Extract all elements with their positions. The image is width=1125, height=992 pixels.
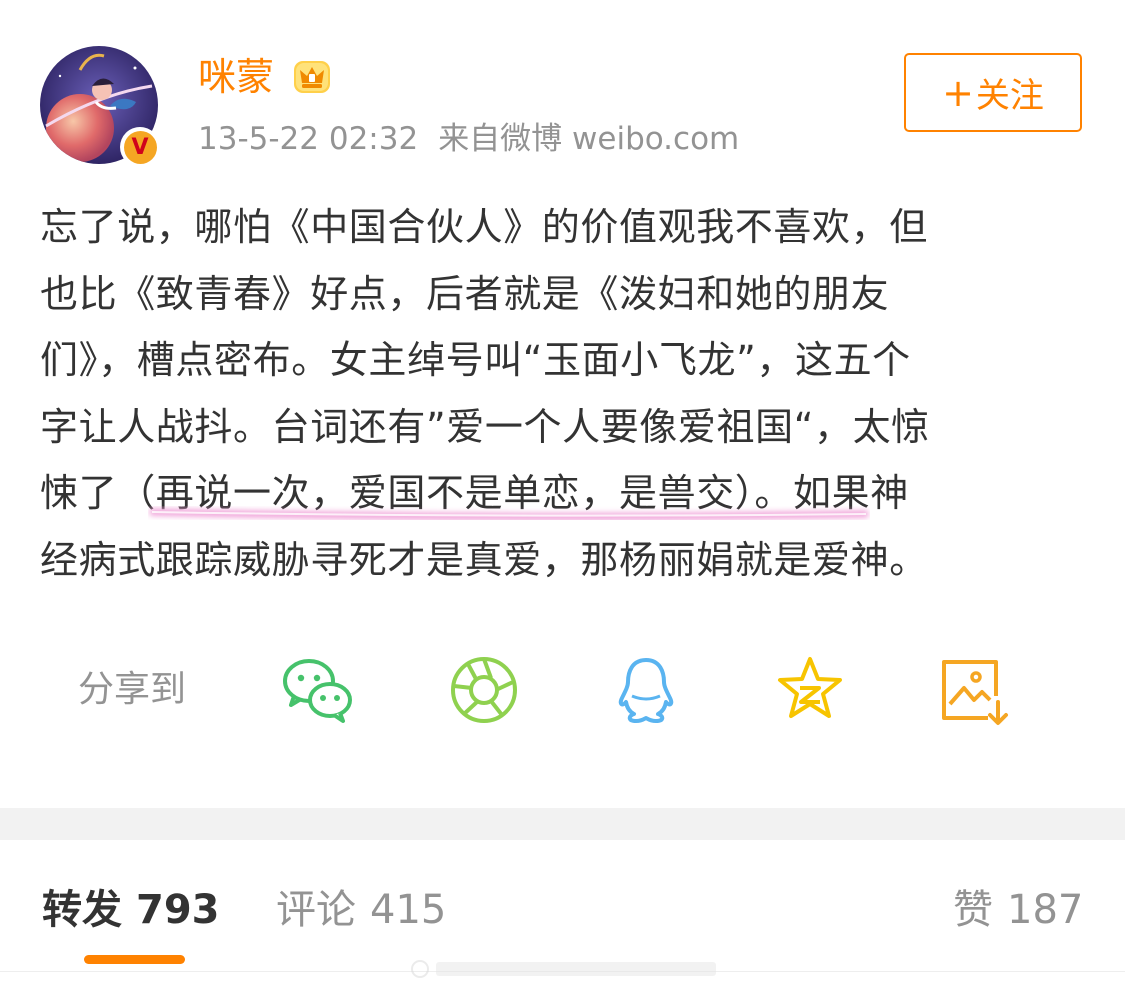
- tab-comment[interactable]: 评论 415: [276, 882, 446, 938]
- save-image-icon[interactable]: [936, 652, 1012, 728]
- post-line: 忘了说，哪怕《中国合伙人》的价值观我不喜欢，但: [40, 205, 928, 249]
- username[interactable]: 咪蒙: [198, 52, 274, 102]
- post-line: 字让人战抖。台词还有”爱一个人要像爱祖国“，太惊: [40, 404, 930, 449]
- post-line: 们》，槽点密布。女主绰号叫“玉面小飞龙”，这五个: [40, 338, 911, 382]
- post-source[interactable]: 来自微博 weibo.com: [438, 121, 739, 157]
- weibo-post-page: V 咪蒙 13-5-22 02:32 来自微博 weibo.com + 关注 忘了…: [0, 0, 1125, 992]
- verified-v-icon: V: [123, 130, 157, 164]
- watermark: [411, 960, 716, 978]
- qq-icon[interactable]: [608, 652, 684, 728]
- post-text: 忘了说，哪怕《中国合伙人》的价值观我不喜欢，但 也比《致青春》好点，后者就是《泼…: [40, 194, 1088, 593]
- verified-badge: V: [120, 127, 160, 167]
- tab-repost[interactable]: 转发 793: [42, 882, 220, 938]
- tab-repost-count: 793: [136, 887, 220, 933]
- post-line: 经病式跟踪威胁寻死才是真爱，那杨丽娟就是爱神。: [40, 537, 928, 582]
- section-divider: [0, 808, 1125, 840]
- tab-comment-count: 415: [370, 887, 447, 933]
- tab-repost-label: 转发: [42, 887, 122, 933]
- tab-like-count: 187: [1007, 887, 1084, 933]
- moments-icon[interactable]: [446, 652, 522, 728]
- tab-comment-label: 评论: [276, 887, 356, 933]
- wechat-icon[interactable]: [280, 652, 356, 728]
- follow-button[interactable]: + 关注: [904, 53, 1082, 132]
- interaction-tabs: 转发 793 评论 415 赞 187: [0, 840, 1125, 992]
- tab-like[interactable]: 赞 187: [953, 882, 1083, 938]
- plus-icon: +: [942, 70, 974, 115]
- share-label: 分享到: [78, 669, 187, 710]
- post-timestamp: 13-5-22 02:32: [198, 121, 419, 157]
- active-tab-indicator: [84, 955, 185, 964]
- post-meta: 13-5-22 02:32 来自微博 weibo.com: [198, 118, 739, 160]
- post-line: 也比《致青春》好点，后者就是《泼妇和她的朋友: [40, 271, 890, 316]
- tab-like-label: 赞: [953, 887, 993, 933]
- crown-icon: [294, 61, 330, 93]
- post-line: 悚了（再说一次，爱国不是单恋，是兽交）。如果神: [40, 471, 909, 515]
- qzone-icon[interactable]: [772, 652, 848, 728]
- share-row: 分享到: [78, 650, 1078, 730]
- follow-label: 关注: [975, 76, 1044, 116]
